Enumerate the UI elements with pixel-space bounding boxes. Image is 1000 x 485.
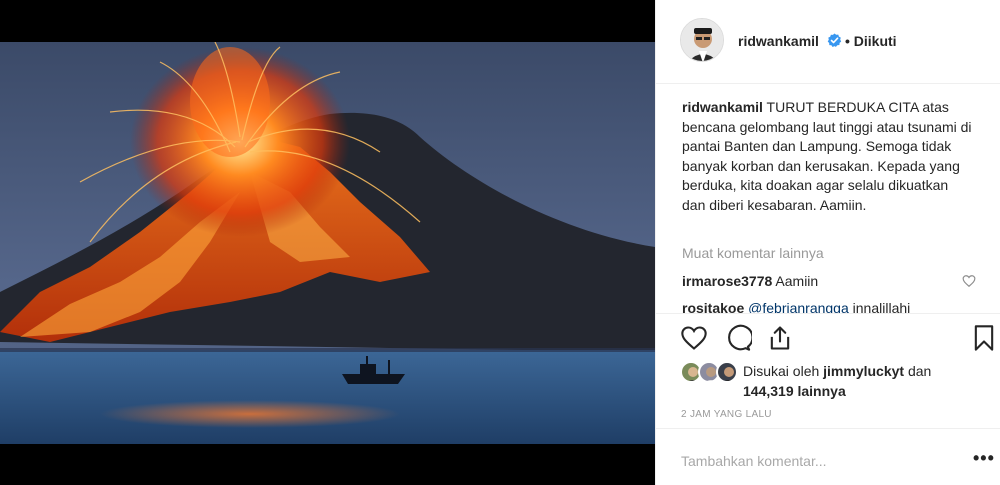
author-avatar[interactable] (680, 18, 724, 62)
comment-item: rositakoe @febrianrangga innalillahi (682, 300, 910, 313)
comment-item: irmarose3778 Aamiin (682, 273, 818, 289)
more-options-icon[interactable]: ••• (973, 449, 995, 467)
share-icon[interactable] (766, 324, 794, 352)
post-side-panel: ridwankamil • Diikuti ridwankamil TURUT … (655, 0, 1000, 485)
caption-text: TURUT BERDUKA CITA atas bencana gelomban… (682, 99, 972, 213)
load-more-comments-link[interactable]: Muat komentar lainnya (682, 245, 824, 261)
comment-text: Aamiin (772, 273, 819, 289)
liker-avatar[interactable] (716, 361, 738, 383)
caption-username[interactable]: ridwankamil (682, 99, 763, 115)
author-username[interactable]: ridwankamil (738, 33, 819, 49)
comment-text: innalillahi (848, 300, 911, 313)
post-photo-volcano-eruption[interactable] (0, 42, 655, 444)
follow-status[interactable]: • Diikuti (845, 33, 897, 49)
post-actions: Disukai oleh jimmyluckyt dan 144,319 lai… (656, 313, 1000, 423)
add-comment-input[interactable]: Tambahkan komentar... (681, 453, 827, 469)
comment-username[interactable]: irmarose3778 (682, 273, 772, 289)
post-header: ridwankamil • Diikuti (656, 0, 1000, 84)
comment-mention-link[interactable]: @febrianrangga (748, 300, 849, 313)
comment-username[interactable]: rositakoe (682, 300, 744, 313)
post-timestamp[interactable]: 2 JAM YANG LALU (681, 409, 772, 420)
heart-icon[interactable] (680, 324, 708, 352)
add-comment-bar: Tambahkan komentar... ••• (656, 428, 1000, 485)
likes-prefix: Disukai oleh (743, 363, 824, 379)
post-caption: ridwankamil TURUT BERDUKA CITA atas benc… (682, 98, 972, 215)
comment-bubble-icon[interactable] (724, 324, 754, 352)
liker-username[interactable]: jimmyluckyt (823, 363, 904, 379)
likes-middle: dan (904, 363, 932, 379)
likes-summary: Disukai oleh jimmyluckyt dan 144,319 lai… (743, 362, 983, 401)
post-media-panel (0, 0, 655, 485)
comment-like-heart-icon[interactable] (962, 274, 976, 288)
comments-section: ridwankamil TURUT BERDUKA CITA atas benc… (656, 85, 1000, 313)
verified-badge-icon (827, 33, 842, 48)
likes-count-link[interactable]: 144,319 lainnya (743, 383, 846, 399)
bookmark-icon[interactable] (970, 324, 998, 352)
